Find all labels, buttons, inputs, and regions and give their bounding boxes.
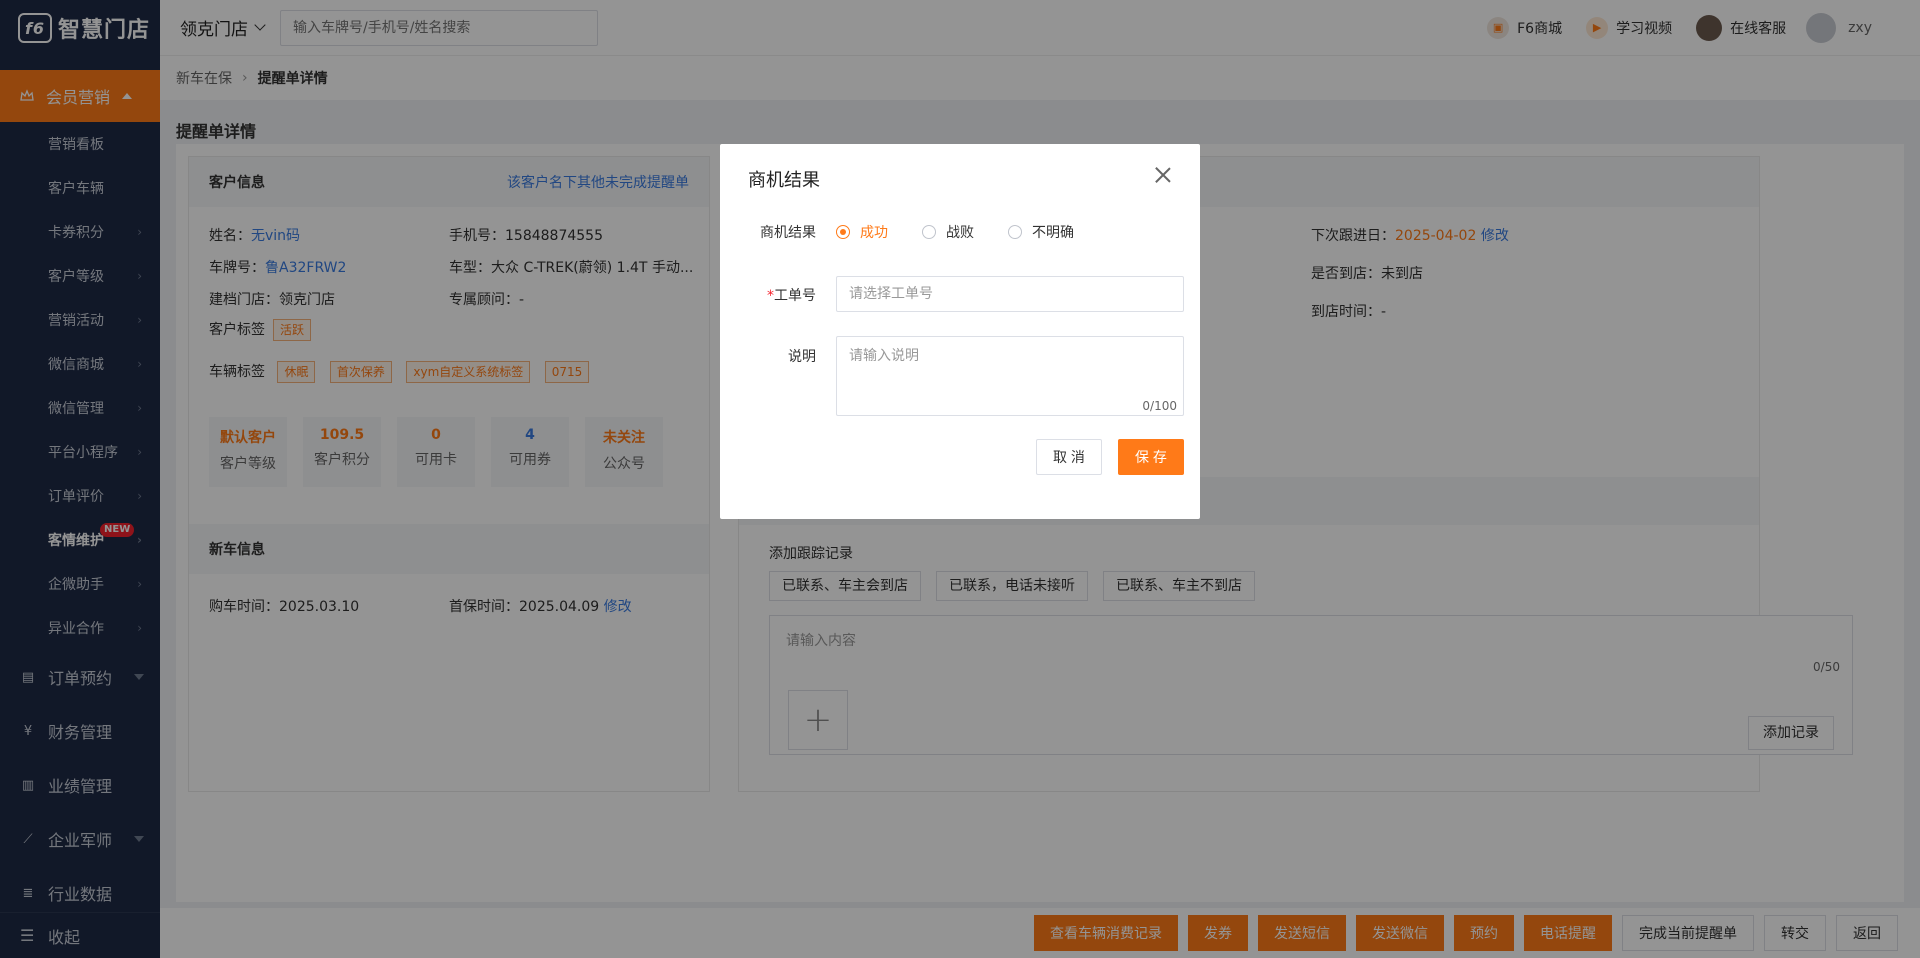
result-label: 商机结果	[760, 225, 816, 241]
note-count: 0/100	[1142, 399, 1177, 413]
result-radio-group: 成功 战败 不明确	[836, 222, 1108, 242]
note-label: 说明	[788, 349, 816, 365]
dialog-title: 商机结果	[748, 170, 820, 191]
work-order-label: *工单号	[767, 288, 816, 304]
opportunity-result-dialog: 商机结果 商机结果 成功 战败 不明确 *工单号 请选择工单号 说明 请输入说明…	[720, 144, 1200, 519]
required-mark: *	[767, 288, 774, 304]
radio-label: 成功	[860, 225, 888, 241]
radio-failed[interactable]: 战败	[922, 222, 974, 242]
radio-unclear[interactable]: 不明确	[1008, 222, 1074, 242]
save-button[interactable]: 保 存	[1118, 439, 1184, 475]
radio-checked-icon	[836, 225, 850, 239]
radio-label: 不明确	[1032, 225, 1074, 241]
radio-unchecked-icon	[1008, 225, 1022, 239]
note-textarea[interactable]: 请输入说明 0/100	[836, 336, 1184, 416]
radio-success[interactable]: 成功	[836, 222, 888, 242]
close-icon[interactable]	[1154, 166, 1172, 184]
work-order-select[interactable]: 请选择工单号	[836, 276, 1184, 312]
radio-unchecked-icon	[922, 225, 936, 239]
radio-label: 战败	[946, 225, 974, 241]
note-placeholder: 请输入说明	[849, 348, 919, 364]
cancel-button[interactable]: 取 消	[1036, 439, 1102, 475]
